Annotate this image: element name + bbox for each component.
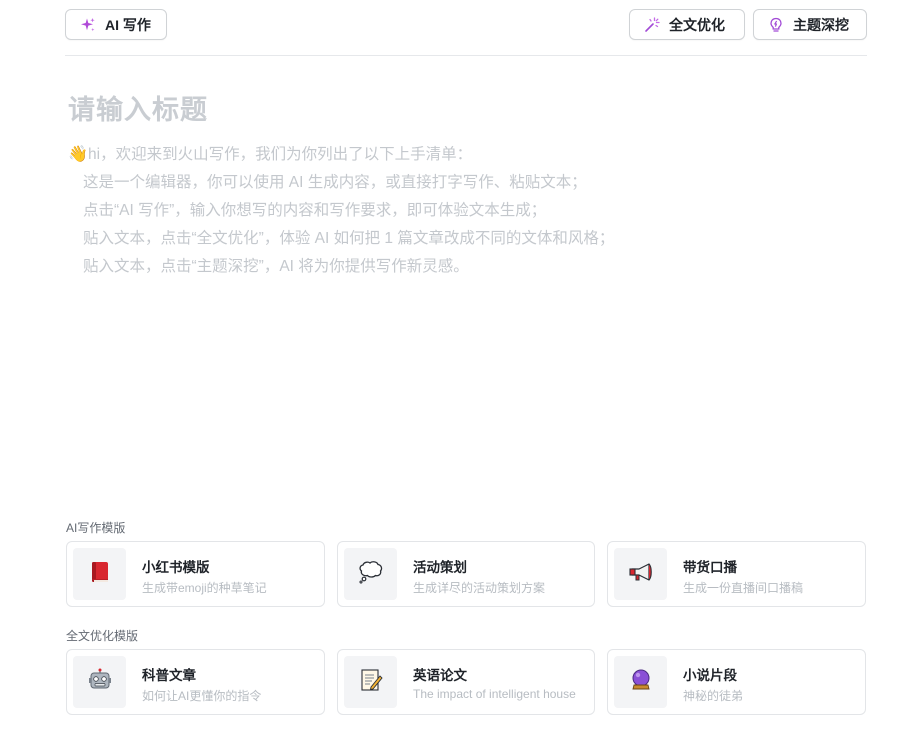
template-title: 带货口播 bbox=[683, 560, 737, 575]
template-card-event-planning[interactable]: 活动策划 生成详尽的活动策划方案 bbox=[337, 541, 595, 607]
template-desc: The impact of intelligent house bbox=[413, 687, 576, 701]
intro-text: hi，欢迎来到火山写作，我们为你列出了以下上手清单： bbox=[88, 146, 473, 163]
intro-line: 👋hi，欢迎来到火山写作，我们为你列出了以下上手清单： bbox=[68, 144, 858, 172]
intro-line: 这是一个编辑器，你可以使用 AI 生成内容，或直接打字写作、粘贴文本； bbox=[83, 174, 587, 191]
thought-bubble-icon bbox=[358, 560, 384, 589]
title-input[interactable]: 请输入标题 bbox=[68, 88, 848, 127]
template-card-english-paper[interactable]: 英语论文 The impact of intelligent house bbox=[337, 649, 595, 715]
topic-deep-dive-button[interactable]: 主题深挖 bbox=[753, 9, 867, 40]
intro-line: 贴入文本，点击“全文优化”，体验 AI 如何把 1 篇文章改成不同的文体和风格； bbox=[83, 230, 615, 247]
topic-deep-dive-label: 主题深挖 bbox=[793, 16, 849, 33]
template-title: 小红书模版 bbox=[142, 560, 210, 575]
template-thumb bbox=[614, 548, 667, 600]
template-title: 英语论文 bbox=[413, 668, 467, 683]
template-desc: 神秘的徒弟 bbox=[683, 689, 744, 703]
intro-line: 点击“AI 写作”，输入你想写的内容和写作要求，即可体验文本生成； bbox=[83, 202, 547, 219]
full-optimize-button[interactable]: 全文优化 bbox=[629, 9, 745, 40]
lightbulb-icon bbox=[768, 17, 784, 33]
template-thumb bbox=[73, 656, 126, 708]
template-title: 科普文章 bbox=[142, 668, 196, 683]
template-desc: 如何让AI更懂你的指令 bbox=[142, 689, 262, 703]
editor-toolbar: AI 写作 全文优化 主题深挖 bbox=[65, 9, 867, 40]
template-card-novel-excerpt[interactable]: 小说片段 神秘的徒弟 bbox=[607, 649, 866, 715]
ai-write-button[interactable]: AI 写作 bbox=[65, 9, 167, 40]
template-title: 活动策划 bbox=[413, 560, 467, 575]
memo-icon bbox=[359, 668, 383, 697]
template-desc: 生成带emoji的种草笔记 bbox=[142, 581, 267, 595]
ai-template-section-label: AI写作模版 bbox=[66, 521, 126, 535]
sparkle-icon bbox=[80, 17, 96, 33]
template-desc: 生成一份直播间口播稿 bbox=[683, 581, 804, 595]
template-card-livestream-script[interactable]: 带货口播 生成一份直播间口播稿 bbox=[607, 541, 866, 607]
template-title: 小说片段 bbox=[683, 668, 737, 683]
template-card-xiaohongshu[interactable]: 小红书模版 生成带emoji的种草笔记 bbox=[66, 541, 325, 607]
editor-body[interactable]: 👋hi，欢迎来到火山写作，我们为你列出了以下上手清单： 这是一个编辑器，你可以使… bbox=[68, 144, 858, 284]
crystal-ball-icon bbox=[629, 668, 653, 697]
full-optimize-label: 全文优化 bbox=[669, 16, 725, 33]
template-thumb bbox=[73, 548, 126, 600]
template-thumb bbox=[344, 548, 397, 600]
template-card-popular-science[interactable]: 科普文章 如何让AI更懂你的指令 bbox=[66, 649, 325, 715]
ai-write-label: AI 写作 bbox=[105, 16, 151, 33]
optimize-template-section-label: 全文优化模版 bbox=[66, 629, 139, 643]
intro-line: 贴入文本，点击“主题深挖”，AI 将为你提供写作新灵感。 bbox=[83, 258, 469, 275]
red-book-icon bbox=[89, 560, 111, 589]
magic-wand-icon bbox=[644, 16, 660, 33]
robot-icon bbox=[87, 668, 113, 697]
template-thumb bbox=[614, 656, 667, 708]
megaphone-icon bbox=[628, 561, 654, 588]
template-desc: 生成详尽的活动策划方案 bbox=[413, 581, 546, 595]
toolbar-divider bbox=[65, 55, 867, 56]
template-thumb bbox=[344, 656, 397, 708]
waving-hand-icon: 👋 bbox=[68, 146, 88, 163]
